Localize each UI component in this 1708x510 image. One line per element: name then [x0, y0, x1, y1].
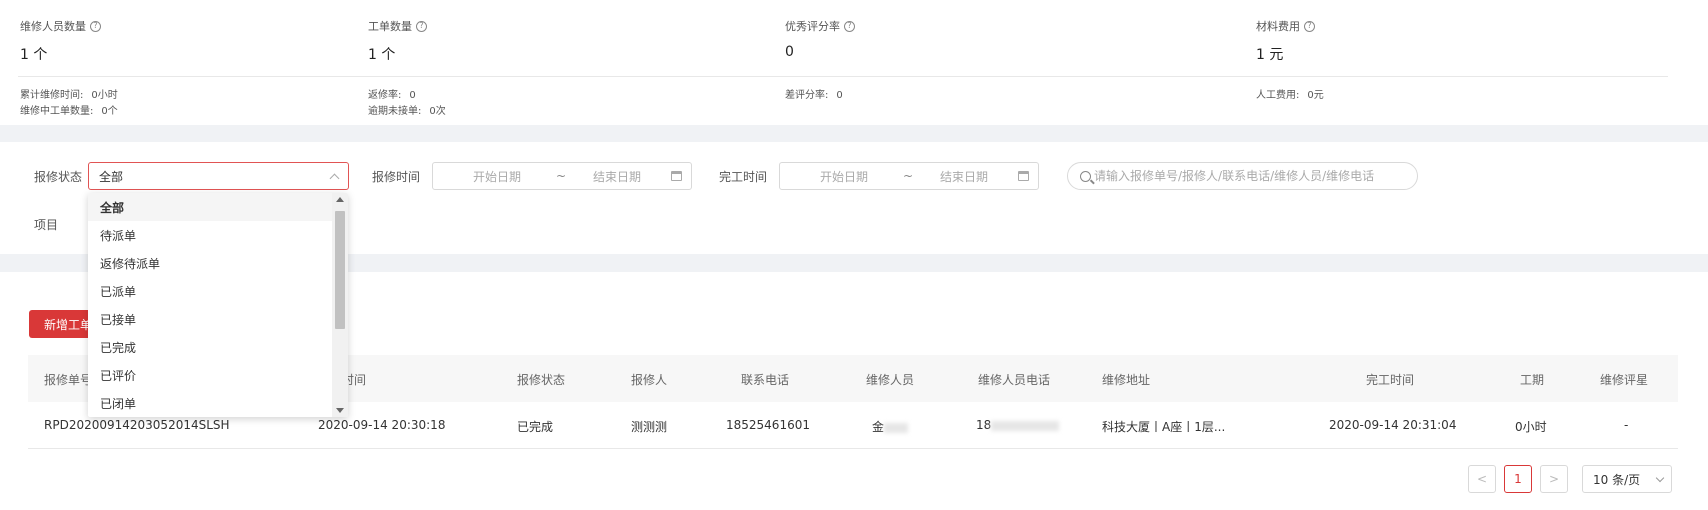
- status-select-value: 全部: [99, 169, 124, 184]
- stat-label-repairers: 维修人员数量?: [20, 18, 101, 34]
- col-header-repairer: 维修人员: [866, 373, 915, 387]
- sub-stat-labor-cost: 人工费用: 0元: [1256, 90, 1324, 101]
- stat-value-material-cost: 1 元: [1256, 47, 1284, 63]
- dropdown-option-all[interactable]: 全部: [88, 193, 332, 221]
- report-time-label: 报修时间: [372, 170, 421, 184]
- page-size-select[interactable]: 10 条/页: [1582, 465, 1672, 493]
- redacted-mask: [991, 420, 1060, 431]
- sub-stat-rework-rate: 返修率: 0: [368, 90, 416, 101]
- finish-start-date[interactable]: 开始日期: [790, 168, 898, 185]
- sub-stat-total-repair-time: 累计维修时间: 0小时: [20, 90, 118, 101]
- help-icon[interactable]: ?: [90, 20, 101, 32]
- dropdown-option-dispatched[interactable]: 已派单: [88, 277, 332, 305]
- cell-reporter: 测测测: [631, 420, 668, 434]
- cell-address: 科技大厦丨A座丨1层...: [1102, 420, 1226, 434]
- stats-divider: [18, 76, 1668, 77]
- prev-page-button[interactable]: <: [1468, 465, 1496, 493]
- col-header-rating: 维修评星: [1600, 373, 1649, 387]
- cell-duration: 0小时: [1515, 420, 1547, 434]
- status-filter-label: 报修状态: [34, 170, 83, 184]
- col-header-phone: 联系电话: [741, 373, 790, 387]
- stat-label-excellent-rate: 优秀评分率?: [785, 18, 855, 34]
- sub-stat-in-progress-orders: 维修中工单数量: 0个: [20, 106, 118, 117]
- calendar-icon[interactable]: [671, 171, 682, 181]
- sub-stat-overdue: 逾期未接单: 0次: [368, 106, 446, 117]
- status-select[interactable]: 全部: [88, 162, 349, 190]
- dropdown-option-rated[interactable]: 已评价: [88, 361, 332, 389]
- col-header-reporter: 报修人: [631, 373, 668, 387]
- help-icon[interactable]: ?: [416, 20, 427, 32]
- row-divider: [28, 448, 1678, 449]
- stat-label-orders: 工单数量?: [368, 18, 427, 34]
- dropdown-option-accepted[interactable]: 已接单: [88, 305, 332, 333]
- date-separator: ~: [902, 169, 914, 183]
- dropdown-option-closed[interactable]: 已闭单: [88, 389, 332, 417]
- help-icon[interactable]: ?: [1304, 20, 1315, 32]
- help-icon[interactable]: ?: [844, 20, 855, 32]
- finish-end-date[interactable]: 结束日期: [918, 168, 1010, 185]
- calendar-icon[interactable]: [1018, 171, 1029, 181]
- status-dropdown: 全部 待派单 返修待派单 已派单 已接单 已完成 已评价 已闭单: [88, 193, 348, 417]
- page-1-button[interactable]: 1: [1504, 465, 1532, 493]
- col-header-address: 维修地址: [1102, 373, 1151, 387]
- col-header-duration: 工期: [1520, 373, 1545, 387]
- report-start-date[interactable]: 开始日期: [443, 168, 551, 185]
- redacted-mask: [884, 422, 909, 433]
- finish-time-range[interactable]: 开始日期 ~ 结束日期: [779, 162, 1039, 190]
- project-label: 项目: [34, 218, 59, 232]
- report-time-range[interactable]: 开始日期 ~ 结束日期: [432, 162, 692, 190]
- next-page-button[interactable]: >: [1540, 465, 1568, 493]
- scroll-down-arrow-icon[interactable]: [336, 408, 344, 413]
- cell-order-no: RPD20200914203052014SLSH: [44, 418, 230, 432]
- sub-stat-bad-rate: 差评分率: 0: [785, 90, 843, 101]
- dropdown-option-rework-pending[interactable]: 返修待派单: [88, 249, 332, 277]
- col-header-finish-time: 完工时间: [1366, 373, 1415, 387]
- stat-value-orders: 1 个: [368, 47, 396, 63]
- col-header-order-no: 报修单号: [44, 373, 93, 387]
- search-input[interactable]: [1094, 169, 1394, 183]
- search-icon: [1080, 170, 1091, 182]
- cell-phone: 18525461601: [726, 418, 810, 432]
- cell-report-time: 2020-09-14 20:30:18: [318, 418, 446, 432]
- chevron-up-icon: [329, 173, 340, 183]
- finish-time-label: 完工时间: [719, 170, 768, 184]
- report-end-date[interactable]: 结束日期: [571, 168, 663, 185]
- dropdown-option-pending-dispatch[interactable]: 待派单: [88, 221, 332, 249]
- scroll-up-arrow-icon[interactable]: [336, 197, 344, 202]
- cell-rating: -: [1624, 418, 1629, 432]
- stat-label-material-cost: 材料费用?: [1256, 18, 1315, 34]
- dropdown-option-completed[interactable]: 已完成: [88, 333, 332, 361]
- stat-value-repairers: 1 个: [20, 47, 48, 63]
- cell-repairer-phone: 18: [976, 418, 1060, 432]
- cell-status: 已完成: [517, 420, 554, 434]
- chevron-down-icon: [1655, 473, 1665, 482]
- col-header-status: 报修状态: [517, 373, 566, 387]
- col-header-repairer-phone: 维修人员电话: [978, 373, 1051, 387]
- cell-repairer: 金: [872, 418, 909, 435]
- stat-value-excellent-rate: 0: [785, 44, 794, 60]
- page-size-value: 10 条/页: [1593, 472, 1641, 487]
- dropdown-scroll-thumb[interactable]: [335, 211, 345, 329]
- search-box[interactable]: [1067, 162, 1418, 190]
- date-separator: ~: [555, 169, 567, 183]
- cell-finish-time: 2020-09-14 20:31:04: [1329, 418, 1457, 432]
